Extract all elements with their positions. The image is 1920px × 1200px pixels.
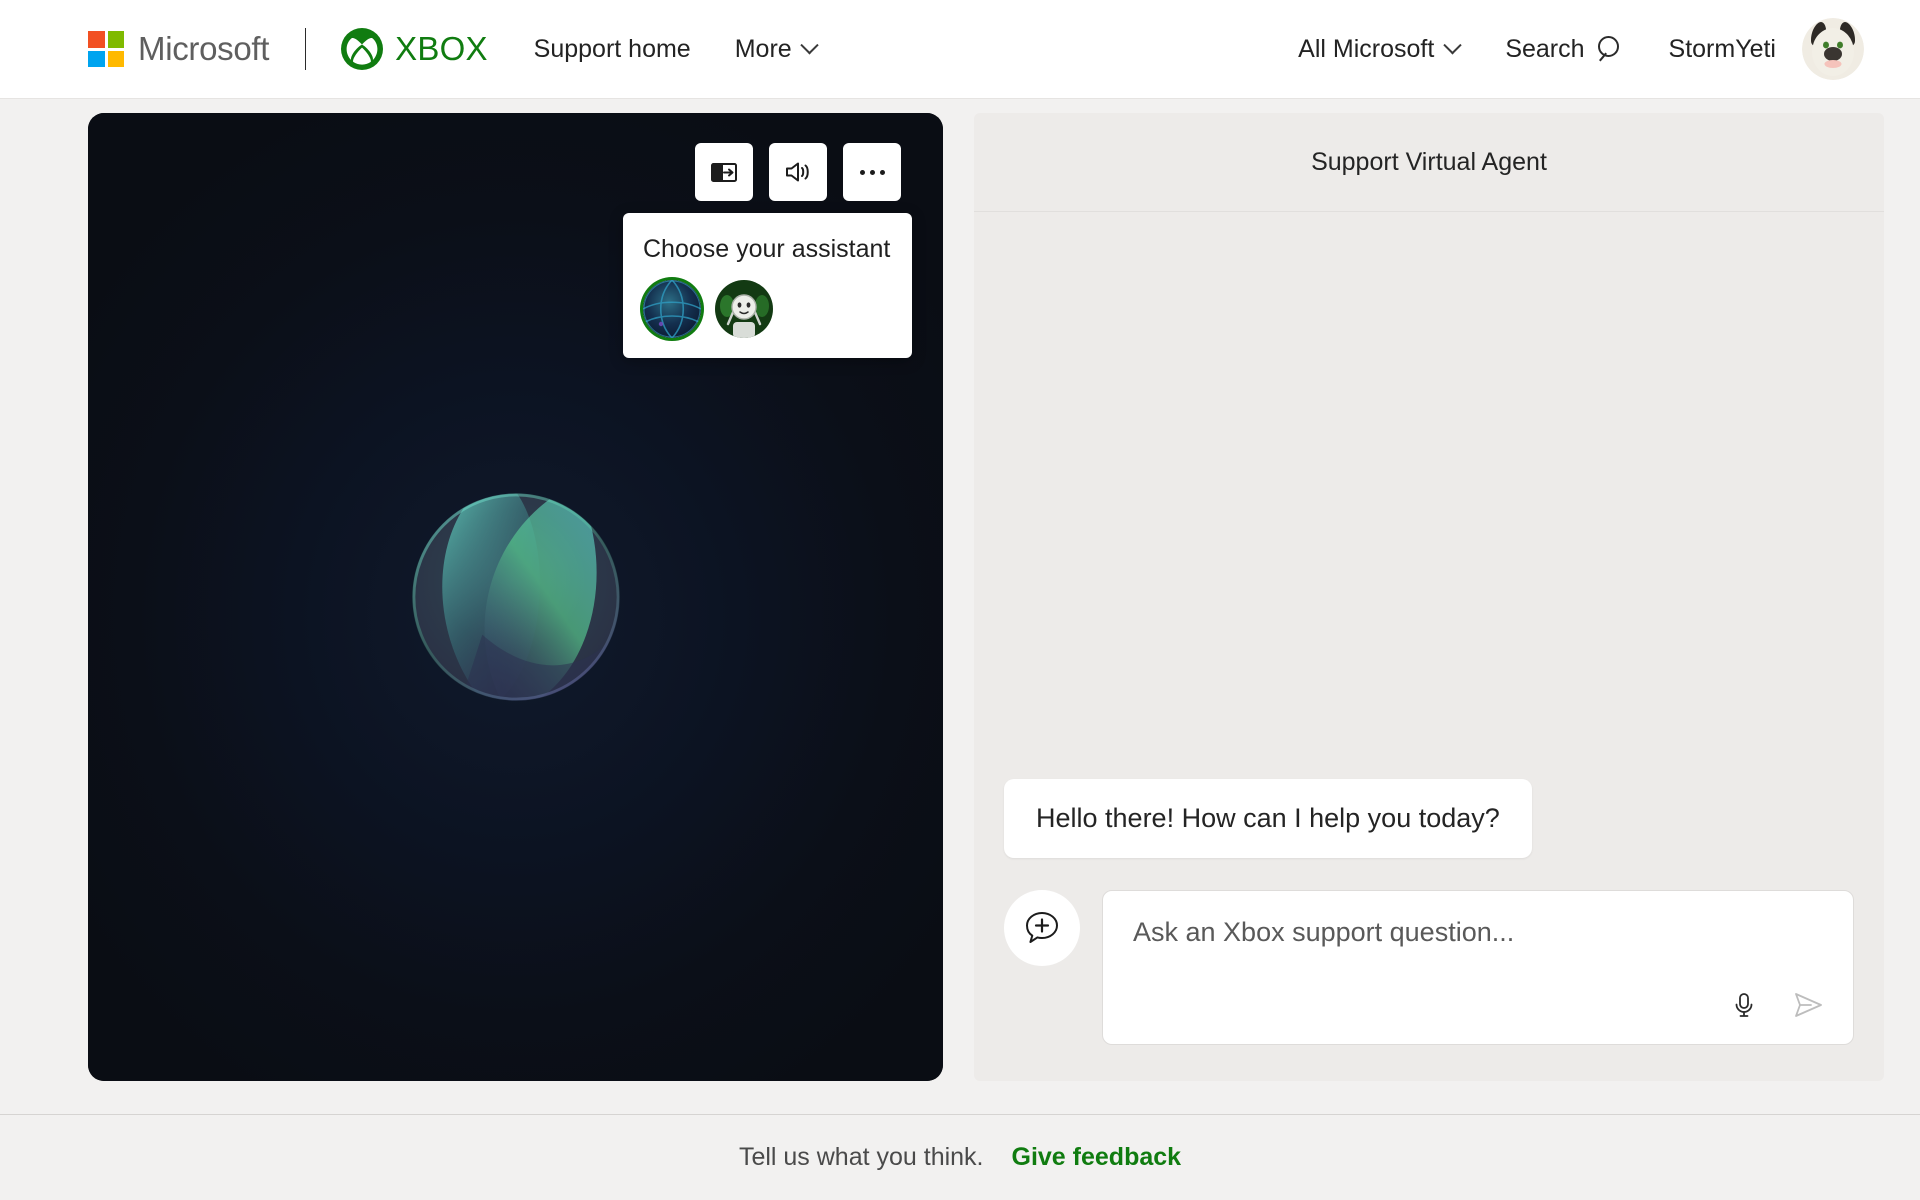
avatar[interactable] xyxy=(1802,18,1864,80)
xbox-logo-icon xyxy=(341,28,384,70)
picture-in-picture-icon xyxy=(711,163,737,182)
chevron-down-icon xyxy=(1443,35,1463,54)
give-feedback-link[interactable]: Give feedback xyxy=(1012,1143,1182,1172)
main-content: Choose your assistant Support Virtual Ag… xyxy=(0,99,1920,1114)
assistant-option-orb[interactable] xyxy=(643,280,701,338)
page-root: Microsoft XBOX Support home More All Mic… xyxy=(0,0,1920,1200)
volume-icon xyxy=(786,162,809,182)
microphone-button[interactable] xyxy=(1729,990,1759,1020)
feedback-prompt: Tell us what you think. xyxy=(738,1143,984,1171)
all-microsoft-menu[interactable]: All Microsoft xyxy=(1298,34,1463,64)
more-options-icon xyxy=(859,169,885,175)
microsoft-logo-link[interactable]: Microsoft xyxy=(88,30,269,68)
page-footer: Tell us what you think. Give feedback xyxy=(0,1114,1920,1200)
microsoft-wordmark: Microsoft xyxy=(138,30,270,67)
assistant-stage-wrap: Choose your assistant xyxy=(88,113,943,1114)
user-avatar-icon xyxy=(1802,18,1864,80)
assistant-options-row xyxy=(623,280,912,338)
chat-title: Support Virtual Agent xyxy=(1311,147,1547,176)
search-icon xyxy=(1597,36,1623,62)
assistant-orb xyxy=(411,493,620,701)
nav-support-home[interactable]: Support home xyxy=(534,35,691,64)
assistant-video-stage[interactable]: Choose your assistant xyxy=(88,113,943,1081)
global-header: Microsoft XBOX Support home More All Mic… xyxy=(0,0,1920,99)
nav-more[interactable]: More xyxy=(734,34,819,64)
nav-support-home-label: Support home xyxy=(533,34,691,63)
microphone-icon xyxy=(1735,993,1753,1017)
picture-in-picture-button[interactable] xyxy=(695,143,753,201)
support-chat-panel: Support Virtual Agent Hello there! How c… xyxy=(974,113,1884,1081)
send-button[interactable] xyxy=(1791,988,1825,1022)
chat-composer: Ask an Xbox support question... xyxy=(974,858,1884,1081)
chat-input[interactable]: Ask an Xbox support question... xyxy=(1133,917,1823,948)
user-name-label: StormYeti xyxy=(1668,34,1776,63)
assistant-robot-icon xyxy=(715,280,773,338)
xbox-wordmark: XBOX xyxy=(395,30,488,67)
chat-message-list: Hello there! How can I help you today? xyxy=(974,212,1884,858)
chat-input-actions xyxy=(1729,988,1825,1022)
microsoft-logo-icon xyxy=(88,31,124,67)
chat-header: Support Virtual Agent xyxy=(974,113,1884,212)
choose-assistant-title: Choose your assistant xyxy=(643,235,891,263)
assistant-orb-icon xyxy=(643,280,701,338)
add-attachment-button[interactable] xyxy=(1004,890,1080,966)
volume-button[interactable] xyxy=(769,143,827,201)
chat-plus-icon xyxy=(1026,912,1058,943)
all-microsoft-label: All Microsoft xyxy=(1298,34,1435,63)
choose-assistant-popup: Choose your assistant xyxy=(623,213,912,358)
chat-message-agent: Hello there! How can I help you today? xyxy=(1004,779,1532,858)
chat-input-wrapper[interactable]: Ask an Xbox support question... xyxy=(1102,890,1854,1045)
chevron-down-icon xyxy=(799,35,819,54)
more-options-button[interactable] xyxy=(843,143,901,201)
xbox-logo-link[interactable]: XBOX xyxy=(340,27,488,71)
nav-more-label: More xyxy=(734,34,792,63)
user-name[interactable]: StormYeti xyxy=(1669,35,1776,64)
header-right-group: All Microsoft Search StormYeti xyxy=(1298,18,1864,80)
search-button[interactable]: Search xyxy=(1505,35,1622,64)
search-label: Search xyxy=(1505,34,1585,63)
stage-toolbar xyxy=(695,143,901,201)
send-icon xyxy=(1795,993,1822,1017)
header-divider xyxy=(305,28,307,70)
assistant-option-robot[interactable] xyxy=(715,280,773,338)
